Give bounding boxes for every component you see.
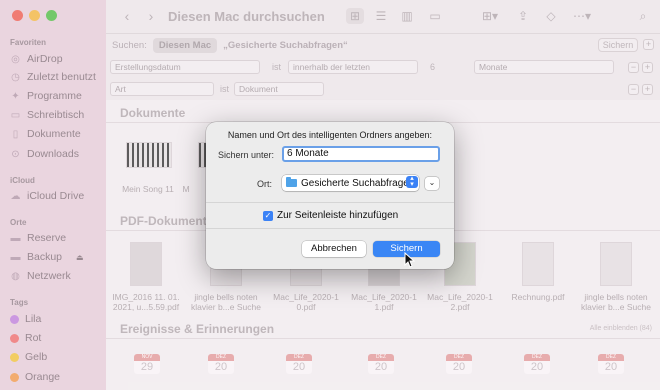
cancel-button[interactable]: Abbrechen xyxy=(302,241,366,257)
location-popup[interactable]: Gesicherte Suchabfragen ▴ ▾ xyxy=(282,175,419,191)
save-as-label: Sichern unter: xyxy=(218,150,275,160)
add-to-sidebar-label[interactable]: Zur Seitenleiste hinzufügen xyxy=(277,210,398,221)
chevron-up-down-icon: ▴ ▾ xyxy=(406,175,418,188)
divider xyxy=(206,202,454,203)
folder-icon xyxy=(286,177,297,187)
location-value: Gesicherte Suchabfragen xyxy=(301,177,415,189)
save-as-field[interactable]: 6 Monate xyxy=(282,146,440,162)
mouse-pointer-icon xyxy=(404,252,416,268)
divider xyxy=(206,228,454,229)
smart-folder-save-dialog: Namen und Ort des intelligenten Ordners … xyxy=(206,122,454,269)
add-to-sidebar-checkbox[interactable]: ✓ xyxy=(263,211,273,221)
location-label: Ort: xyxy=(257,179,272,189)
expand-chevron-button[interactable]: ⌄ xyxy=(425,177,439,190)
dialog-title: Namen und Ort des intelligenten Ordners … xyxy=(227,130,433,140)
